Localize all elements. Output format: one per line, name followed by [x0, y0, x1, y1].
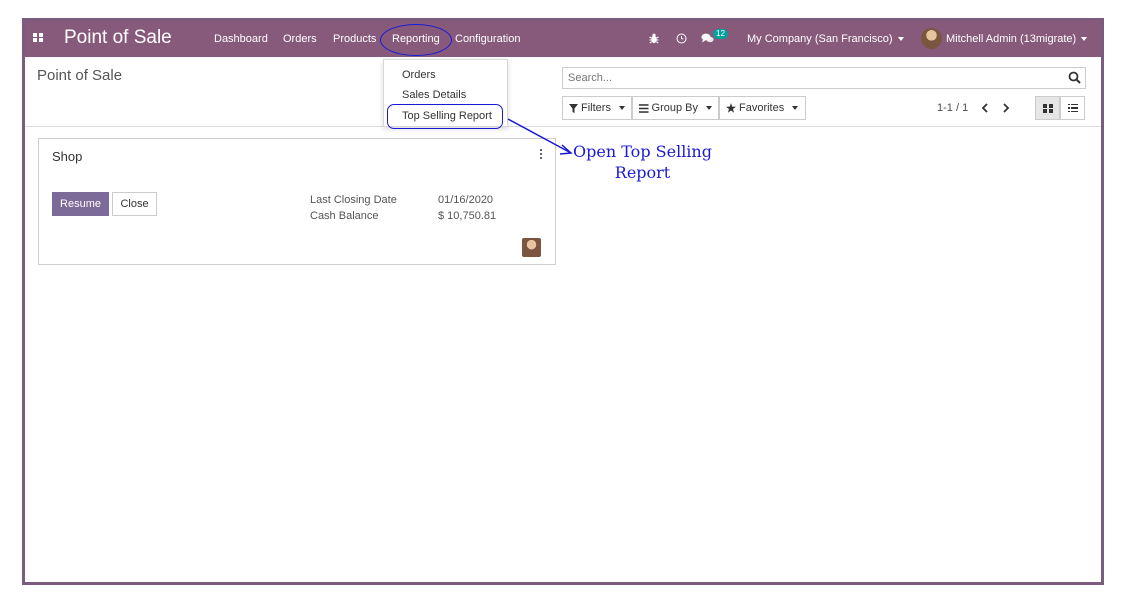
app-title[interactable]: Point of Sale	[64, 27, 172, 49]
list-bars-icon	[639, 103, 649, 113]
close-session-button[interactable]: Close	[112, 192, 157, 216]
shop-kanban-card[interactable]: Shop Resume Close Last Closing Date 01/1…	[38, 138, 556, 265]
chevron-down-icon	[792, 106, 799, 110]
list-view-icon	[1067, 103, 1078, 113]
user-name: Mitchell Admin (13migrate)	[946, 33, 1077, 45]
user-menu[interactable]: Mitchell Admin (13migrate)	[946, 33, 1088, 45]
clock-icon[interactable]	[676, 33, 687, 44]
dropdown-item-sales-details[interactable]: Sales Details	[402, 89, 466, 101]
favorites-button[interactable]: Favorites	[719, 96, 806, 120]
dropdown-item-orders[interactable]: Orders	[402, 69, 436, 81]
menu-products[interactable]: Products	[333, 33, 376, 45]
main-navbar: Point of Sale Dashboard Orders Products …	[25, 21, 1101, 57]
menu-orders[interactable]: Orders	[283, 33, 317, 45]
page-title: Point of Sale	[37, 67, 123, 84]
menu-dashboard[interactable]: Dashboard	[214, 33, 268, 45]
star-icon	[726, 103, 736, 113]
group-by-label: Group By	[651, 102, 698, 114]
user-avatar[interactable]	[921, 28, 942, 49]
chevron-down-icon	[706, 106, 712, 110]
apps-menu-icon[interactable]	[33, 33, 44, 43]
last-closing-date-value: 01/16/2020	[438, 194, 494, 206]
resume-button[interactable]: Resume	[52, 192, 109, 216]
company-name: My Company (San Francisco)	[747, 33, 893, 45]
annotation-line-2: Report	[614, 163, 671, 182]
app-window: Point of Sale Dashboard Orders Products …	[22, 18, 1104, 585]
list-view-button[interactable]	[1060, 96, 1085, 120]
cash-balance-label: Cash Balance	[310, 210, 379, 222]
search-input[interactable]	[562, 67, 1086, 89]
favorites-label: Favorites	[739, 102, 785, 114]
control-panel-divider	[25, 126, 1101, 127]
kanban-view-icon	[1042, 103, 1053, 113]
chevron-down-icon	[618, 106, 625, 110]
chevron-right-icon[interactable]	[1003, 103, 1010, 113]
chevron-down-icon	[1081, 37, 1088, 42]
card-more-options-icon[interactable]	[539, 149, 543, 159]
reporting-highlight-circle	[380, 24, 452, 56]
chevron-left-icon[interactable]	[981, 103, 988, 113]
cash-balance-value: $ 10,750.81	[438, 210, 497, 222]
responsible-user-avatar	[522, 238, 541, 257]
reporting-dropdown-menu: Orders Sales Details Top Selling Report	[383, 59, 508, 129]
last-closing-date-label: Last Closing Date	[310, 194, 397, 206]
menu-configuration[interactable]: Configuration	[455, 33, 520, 45]
filters-button[interactable]: Filters	[562, 96, 632, 120]
filter-icon	[569, 103, 578, 113]
annotation-text: Open Top Selling Report	[572, 141, 713, 183]
company-switcher[interactable]: My Company (San Francisco)	[747, 33, 904, 45]
search-icon[interactable]	[1068, 71, 1081, 84]
card-title: Shop	[52, 149, 83, 164]
pager-value[interactable]: 1-1 / 1	[937, 102, 968, 114]
group-by-button[interactable]: Group By	[632, 96, 719, 120]
chevron-down-icon	[897, 37, 904, 42]
bug-icon[interactable]	[649, 33, 659, 44]
filters-label: Filters	[581, 102, 611, 114]
chat-count-badge: 12	[713, 29, 728, 39]
kanban-view-button[interactable]	[1035, 96, 1060, 120]
annotation-line-1: Open Top Selling	[573, 142, 712, 161]
top-selling-highlight-box	[387, 104, 503, 129]
